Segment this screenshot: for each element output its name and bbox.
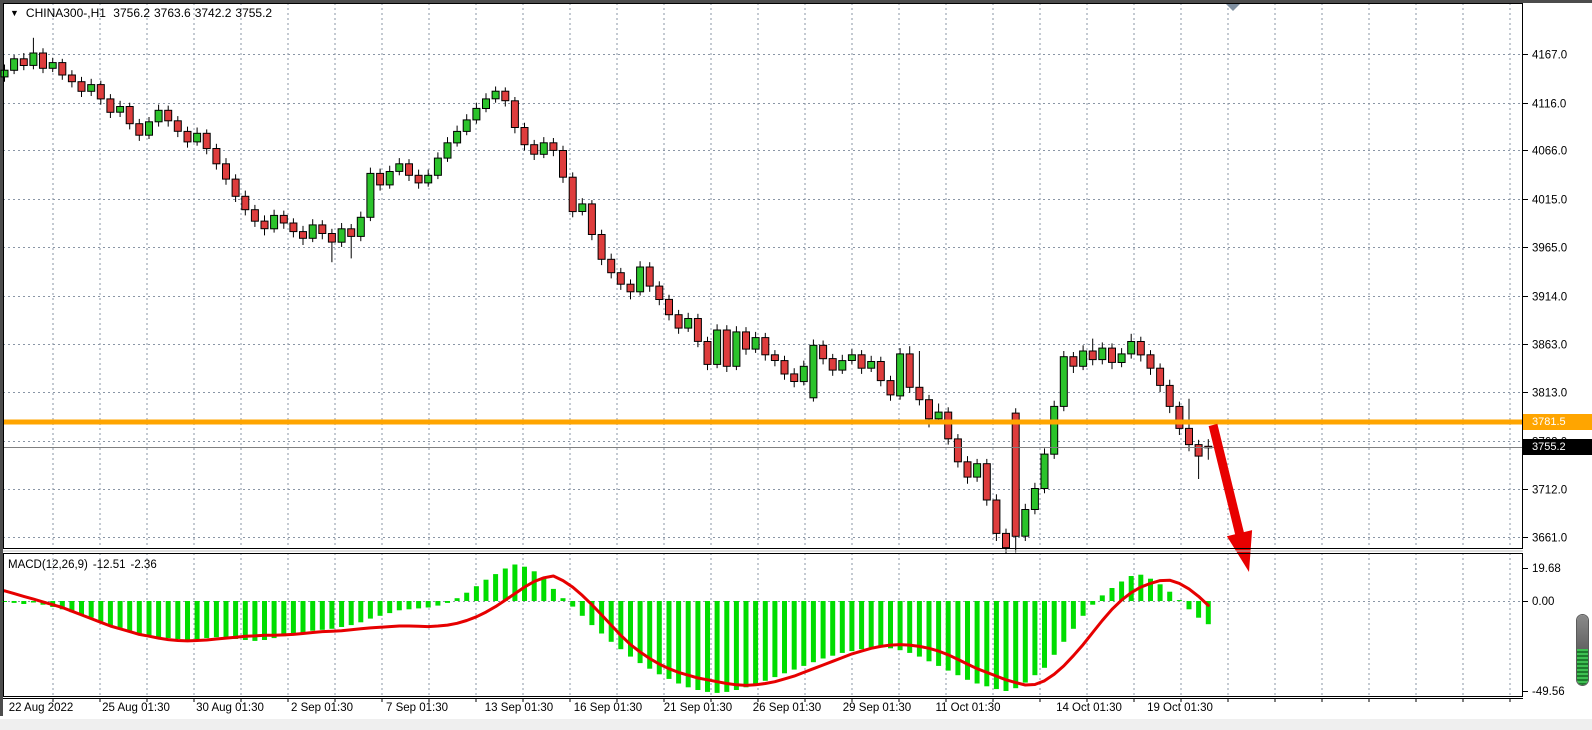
symbol-period-label: CHINA300-,H1 xyxy=(26,6,106,20)
svg-text:3712.0: 3712.0 xyxy=(1532,485,1567,497)
svg-text:26 Sep 01:30: 26 Sep 01:30 xyxy=(753,702,821,714)
svg-text:19 Oct 01:30: 19 Oct 01:30 xyxy=(1147,702,1213,714)
svg-text:3914.0: 3914.0 xyxy=(1532,292,1567,304)
macd-signal-value: -2.36 xyxy=(131,559,157,571)
svg-text:4066.0: 4066.0 xyxy=(1532,146,1567,158)
trading-chart-window: 4167.0 4116.0 4066.0 4015.0 3965.0 3914.0 3863… xyxy=(0,0,1592,730)
svg-text:22 Aug 2022: 22 Aug 2022 xyxy=(9,702,74,714)
svg-text:30 Aug 01:30: 30 Aug 01:30 xyxy=(196,702,264,714)
macd-scrollbar-thumb[interactable] xyxy=(1576,614,1589,686)
scrollbar-thumb-top xyxy=(1577,615,1588,649)
title-close-value: 3755.2 xyxy=(235,6,272,20)
svg-text:29 Sep 01:30: 29 Sep 01:30 xyxy=(843,702,911,714)
svg-text:21 Sep 01:30: 21 Sep 01:30 xyxy=(664,702,732,714)
symbol-dropdown-icon[interactable]: ▼ xyxy=(10,8,19,18)
svg-text:16 Sep 01:30: 16 Sep 01:30 xyxy=(574,702,642,714)
svg-text:25 Aug 01:30: 25 Aug 01:30 xyxy=(102,702,170,714)
svg-text:2 Sep 01:30: 2 Sep 01:30 xyxy=(291,702,353,714)
macd-histogram xyxy=(2,565,1211,693)
svg-text:3863.0: 3863.0 xyxy=(1532,340,1567,352)
svg-text:13 Sep 01:30: 13 Sep 01:30 xyxy=(485,702,553,714)
svg-text:4167.0: 4167.0 xyxy=(1532,50,1567,62)
svg-text:3965.0: 3965.0 xyxy=(1532,243,1567,255)
title-low-value: 3742.2 xyxy=(195,6,232,20)
svg-text:3661.0: 3661.0 xyxy=(1532,533,1567,545)
svg-text:19.68: 19.68 xyxy=(1532,563,1561,575)
vertical-gridlines xyxy=(53,3,1510,702)
svg-text:4015.0: 4015.0 xyxy=(1532,195,1567,207)
scrollbar-thumb-grip xyxy=(1577,649,1588,686)
price-badge-current: 3755.2 xyxy=(1523,439,1592,455)
window-bottom-strip xyxy=(0,717,1592,730)
macd-main-value: -12.51 xyxy=(93,559,126,571)
chart-canvas: 4167.0 4116.0 4066.0 4015.0 3965.0 3914.0 3863… xyxy=(0,0,1592,730)
macd-indicator-label: MACD(12,26,9) -12.51 -2.36 xyxy=(8,559,162,571)
price-badge-hline[interactable]: 3781.5 xyxy=(1523,414,1592,430)
svg-text:0.00: 0.00 xyxy=(1532,596,1554,608)
svg-text:11 Oct 01:30: 11 Oct 01:30 xyxy=(936,702,1001,714)
svg-text:-49.56: -49.56 xyxy=(1532,686,1565,698)
time-axis-labels: 22 Aug 2022 25 Aug 01:30 30 Aug 01:30 2 Sep… xyxy=(9,702,1213,714)
svg-text:3813.0: 3813.0 xyxy=(1532,388,1567,400)
chart-title: ▼ CHINA300-,H1 3756.2 3763.6 3742.23755.2 xyxy=(10,6,276,20)
title-open-value: 3756.2 xyxy=(113,6,150,20)
candlestick-series xyxy=(1,38,1212,554)
svg-text:14 Oct 01:30: 14 Oct 01:30 xyxy=(1056,702,1122,714)
macd-name: MACD(12,26,9) xyxy=(8,559,88,571)
price-gridlines-and-labels: 4167.0 4116.0 4066.0 4015.0 3965.0 3914.0 3863… xyxy=(3,50,1567,545)
svg-text:7 Sep 01:30: 7 Sep 01:30 xyxy=(386,702,448,714)
svg-text:4116.0: 4116.0 xyxy=(1532,99,1566,111)
title-high-value: 3763.6 xyxy=(154,6,191,20)
